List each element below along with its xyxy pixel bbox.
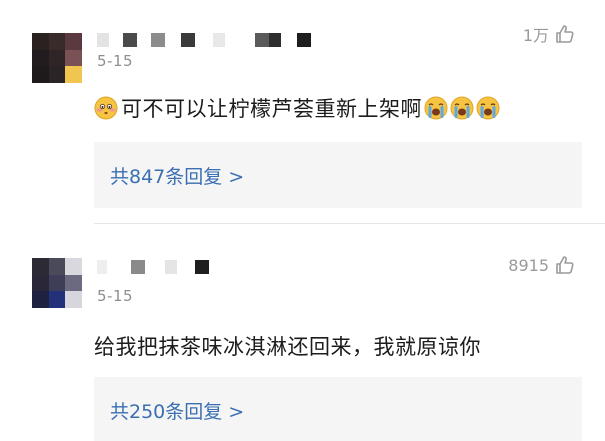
comment-item: 5-15 8915 给我把抹茶味冰淇淋还回来，我就原谅你 共250条回复 > xyxy=(0,225,605,441)
like-count: 8915 xyxy=(508,255,549,275)
avatar[interactable] xyxy=(32,33,82,83)
replies-count-label: 共250条回复 > xyxy=(110,400,245,423)
username-redacted[interactable] xyxy=(97,260,209,278)
comment-text-content: 可不可以让柠檬芦荟重新上架啊 xyxy=(121,97,422,121)
thumbs-up-icon xyxy=(556,256,574,274)
comment-text-content: 给我把抹茶味冰淇淋还回来，我就原谅你 xyxy=(94,335,481,359)
comment-date: 5-15 xyxy=(97,287,134,305)
view-replies-button[interactable]: 共847条回复 > xyxy=(94,142,582,208)
view-replies-button[interactable]: 共250条回复 > xyxy=(94,377,582,441)
like-button[interactable]: 8915 xyxy=(508,255,575,275)
replies-count-label: 共847条回复 > xyxy=(110,165,245,188)
crying-face-emoji xyxy=(450,96,474,120)
comment-text: 给我把抹茶味冰淇淋还回来，我就原谅你 xyxy=(94,331,481,361)
shy-face-emoji xyxy=(94,96,118,120)
like-button[interactable]: 1万 xyxy=(523,22,575,46)
avatar[interactable] xyxy=(32,258,82,308)
comment-date: 5-15 xyxy=(97,52,134,70)
username-redacted[interactable] xyxy=(97,33,311,51)
crying-face-emoji xyxy=(424,96,448,120)
comment-item: 5-15 1万 可不可以让柠檬芦荟重新上架啊 共847条回复 > xyxy=(0,0,605,225)
thumbs-up-icon xyxy=(556,25,574,43)
comment-divider xyxy=(94,223,605,224)
comment-text: 可不可以让柠檬芦荟重新上架啊 xyxy=(94,93,500,123)
like-count: 1万 xyxy=(522,26,549,45)
crying-face-emoji xyxy=(476,96,500,120)
